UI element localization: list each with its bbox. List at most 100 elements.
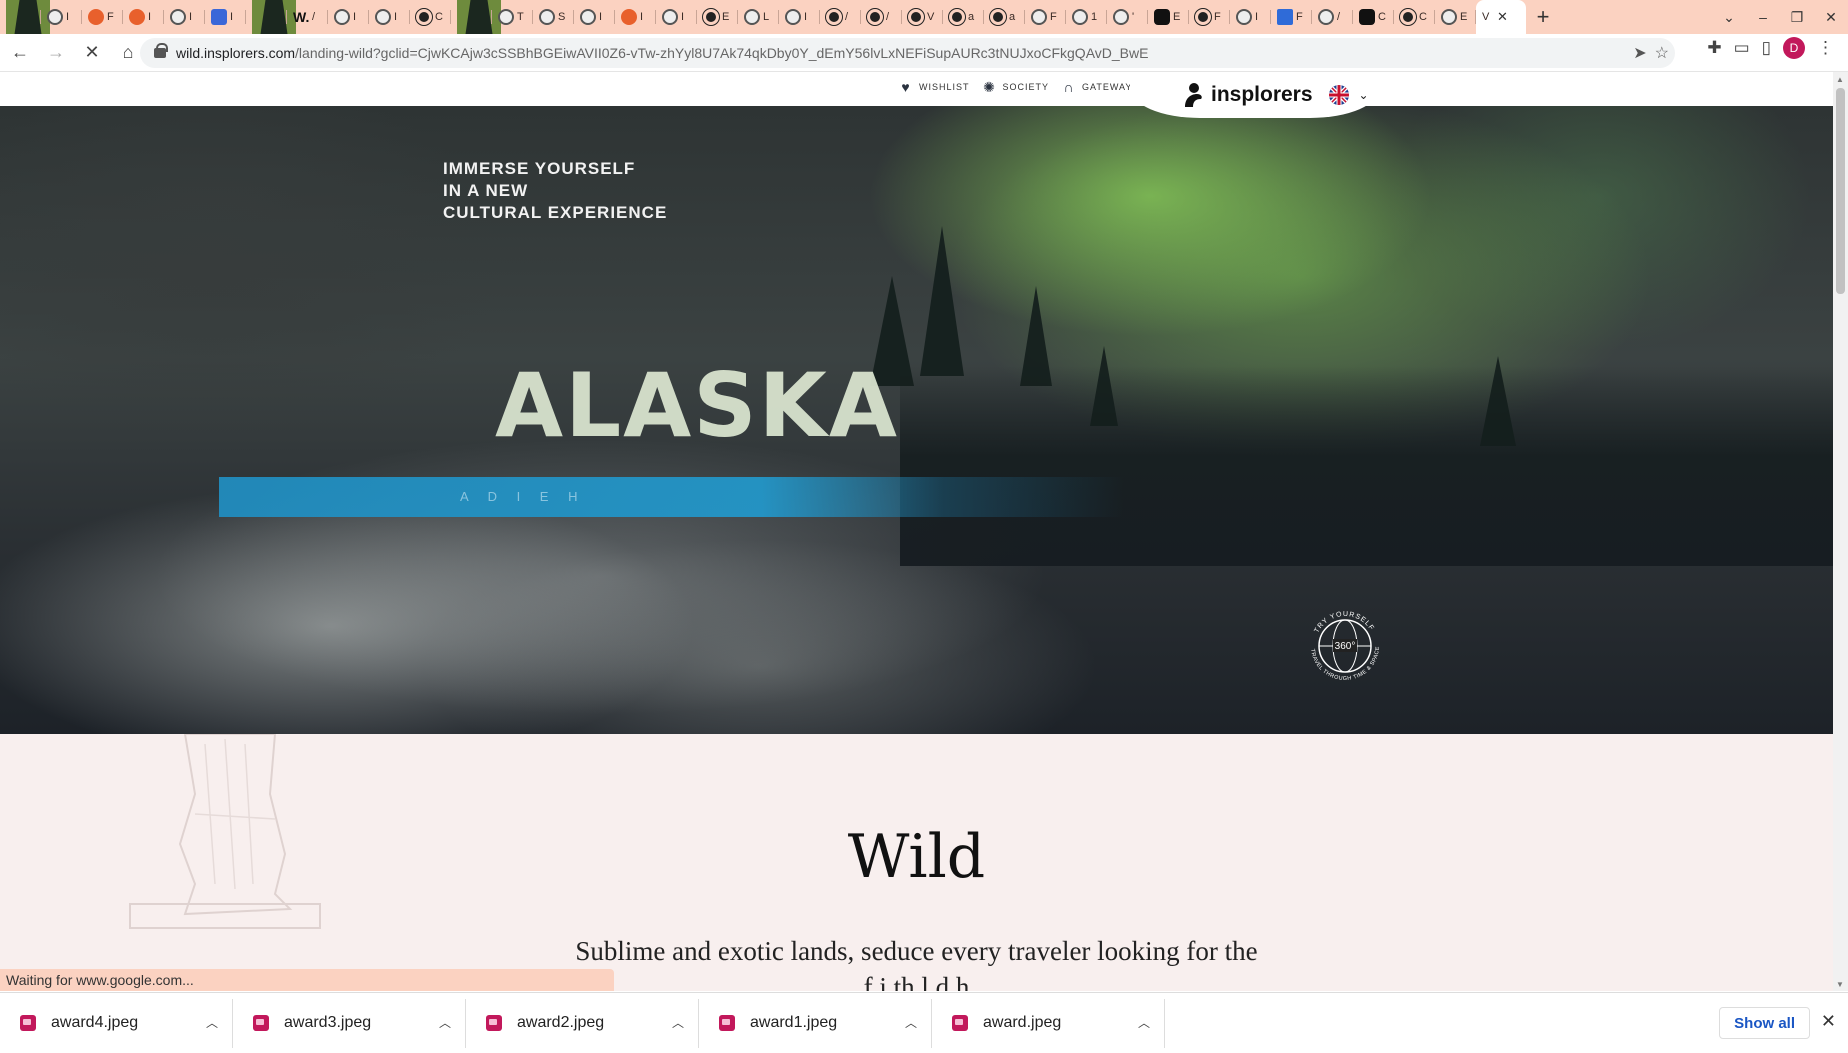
menu-kebab-icon[interactable]: ⋮ xyxy=(1817,38,1834,58)
tab-favicon-icon xyxy=(1154,9,1170,25)
tab-title: C xyxy=(1378,11,1386,23)
browser-tab[interactable]: I xyxy=(164,0,205,34)
tab-title: I xyxy=(640,11,644,23)
browser-tab[interactable]: I xyxy=(574,0,615,34)
tab-favicon-icon xyxy=(785,9,801,25)
chevron-down-icon[interactable]: ⌄ xyxy=(1359,88,1369,102)
browser-tab[interactable]: W. / xyxy=(287,0,328,34)
browser-tab[interactable]: T xyxy=(492,0,533,34)
scroll-thumb[interactable] xyxy=(1836,88,1845,294)
active-browser-tab[interactable]: V ✕ xyxy=(1476,0,1526,34)
download-item[interactable]: award3.jpeg ︿ xyxy=(233,998,466,1048)
image-file-icon xyxy=(719,1015,735,1031)
browser-tab[interactable]: I xyxy=(1230,0,1271,34)
browser-tab[interactable]: I xyxy=(779,0,820,34)
browser-tab[interactable]: / xyxy=(1312,0,1353,34)
url-text[interactable]: wild.insplorers.com/landing-wild?gclid=C… xyxy=(176,45,1148,61)
browser-tab[interactable]: C xyxy=(1394,0,1435,34)
tree-silhouette xyxy=(920,226,964,376)
tab-search-icon[interactable]: ⌄ xyxy=(1712,9,1746,26)
cast-icon[interactable]: ▭ xyxy=(1734,38,1750,58)
browser-tab[interactable]: F xyxy=(1025,0,1066,34)
new-tab-button[interactable]: + xyxy=(1526,0,1560,34)
download-item[interactable]: award.jpeg ︿ xyxy=(932,998,1165,1048)
web-page: ♥ WISHLIST ✺ SOCIETY ∩ GATEWAYS IMMERSE … xyxy=(0,72,1833,991)
tab-favicon-icon xyxy=(1072,9,1088,25)
browser-tab[interactable]: S xyxy=(533,0,574,34)
tab-favicon-icon xyxy=(498,9,514,25)
logo-text[interactable]: insplorers xyxy=(1211,83,1313,107)
browser-tab[interactable]: I xyxy=(328,0,369,34)
tree-silhouette xyxy=(1090,346,1118,426)
browser-tab[interactable]: / xyxy=(820,0,861,34)
section-title: Wild xyxy=(847,822,986,892)
browser-tab[interactable]: F xyxy=(246,0,296,92)
uk-flag-icon[interactable] xyxy=(1328,85,1349,105)
browser-tab[interactable]: I xyxy=(123,0,164,34)
chevron-up-icon[interactable]: ︿ xyxy=(672,1014,684,1031)
browser-tab[interactable]: / xyxy=(861,0,902,34)
browser-tab[interactable]: I xyxy=(656,0,697,34)
chevron-up-icon[interactable]: ︿ xyxy=(206,1014,218,1031)
download-item[interactable]: award2.jpeg ︿ xyxy=(466,998,699,1048)
restore-icon[interactable]: ❐ xyxy=(1780,9,1814,26)
browser-tab[interactable]: F xyxy=(82,0,123,34)
browser-tab[interactable]: T xyxy=(451,0,501,92)
hero-banner[interactable]: IMMERSE YOURSELF IN A NEW CULTURAL EXPER… xyxy=(0,106,1833,734)
chevron-up-icon[interactable]: ︿ xyxy=(439,1014,451,1031)
browser-tab[interactable]: F xyxy=(1189,0,1230,34)
browser-tab[interactable]: a xyxy=(984,0,1025,34)
browser-tab[interactable]: I xyxy=(205,0,246,34)
extensions-puzzle-icon[interactable]: ✚ xyxy=(1707,38,1721,58)
download-item[interactable]: award1.jpeg ︿ xyxy=(699,998,932,1048)
browser-tab[interactable]: C xyxy=(1353,0,1394,34)
minimize-icon[interactable]: – xyxy=(1746,9,1780,25)
browser-tab[interactable]: I xyxy=(369,0,410,34)
heart-icon: ♥ xyxy=(901,79,911,95)
tab-favicon-icon xyxy=(580,9,596,25)
browser-tab[interactable]: V xyxy=(0,0,50,92)
tab-favicon-icon xyxy=(825,8,843,26)
insplorers-logo-icon[interactable] xyxy=(1181,82,1205,108)
tab-favicon-icon xyxy=(621,9,637,25)
download-item[interactable]: award4.jpeg ︿ xyxy=(0,998,233,1048)
back-button[interactable]: ← xyxy=(4,37,36,69)
profile-avatar[interactable]: D xyxy=(1783,37,1805,59)
browser-tab[interactable]: I xyxy=(615,0,656,34)
browser-tab[interactable]: a xyxy=(943,0,984,34)
chevron-up-icon[interactable]: ︿ xyxy=(1138,1014,1150,1031)
side-panel-icon[interactable]: ▯ xyxy=(1762,38,1771,58)
send-to-device-icon[interactable]: ➤ xyxy=(1633,43,1646,63)
lock-icon[interactable] xyxy=(154,43,168,58)
close-tab-icon[interactable]: ✕ xyxy=(1497,9,1508,25)
browser-tab[interactable]: L xyxy=(738,0,779,34)
chevron-up-icon[interactable]: ︿ xyxy=(905,1014,917,1031)
nav-society[interactable]: ✺ SOCIETY xyxy=(982,79,1050,95)
tab-title: I xyxy=(804,11,808,23)
browser-tab[interactable]: 1 xyxy=(1066,0,1107,34)
scroll-down-arrow-icon[interactable]: ▼ xyxy=(1836,980,1844,989)
browser-tab[interactable]: C xyxy=(410,0,451,34)
forward-button[interactable]: → xyxy=(40,37,72,69)
page-scrollbar[interactable]: ▲ ▼ xyxy=(1833,72,1848,991)
nav-wishlist[interactable]: ♥ WISHLIST xyxy=(898,79,970,95)
nav-gateways[interactable]: ∩ GATEWAYS xyxy=(1061,79,1139,95)
try-360-badge[interactable]: TRY YOURSELF TRAVEL THROUGH TIME & SPACE… xyxy=(1301,602,1389,690)
close-download-bar-icon[interactable]: ✕ xyxy=(1821,1011,1836,1032)
browser-tab[interactable]: ' xyxy=(1107,0,1148,34)
scroll-up-arrow-icon[interactable]: ▲ xyxy=(1836,75,1844,84)
bookmark-star-icon[interactable]: ☆ xyxy=(1655,43,1669,63)
browser-tab[interactable]: F xyxy=(1271,0,1312,34)
address-bar[interactable]: wild.insplorers.com/landing-wild?gclid=C… xyxy=(140,38,1675,68)
show-all-downloads-button[interactable]: Show all xyxy=(1719,1007,1810,1039)
tab-favicon-icon xyxy=(88,9,104,25)
browser-tab[interactable]: V xyxy=(902,0,943,34)
browser-tab[interactable]: E xyxy=(1435,0,1476,34)
tab-favicon-icon xyxy=(1318,9,1334,25)
browser-tab[interactable]: E xyxy=(697,0,738,34)
browser-tab[interactable]: E xyxy=(1148,0,1189,34)
tab-favicon-icon xyxy=(170,9,186,25)
browser-tab[interactable]: I xyxy=(41,0,82,34)
close-window-icon[interactable]: ✕ xyxy=(1814,9,1848,26)
stop-loading-button[interactable]: ✕ xyxy=(76,37,108,69)
